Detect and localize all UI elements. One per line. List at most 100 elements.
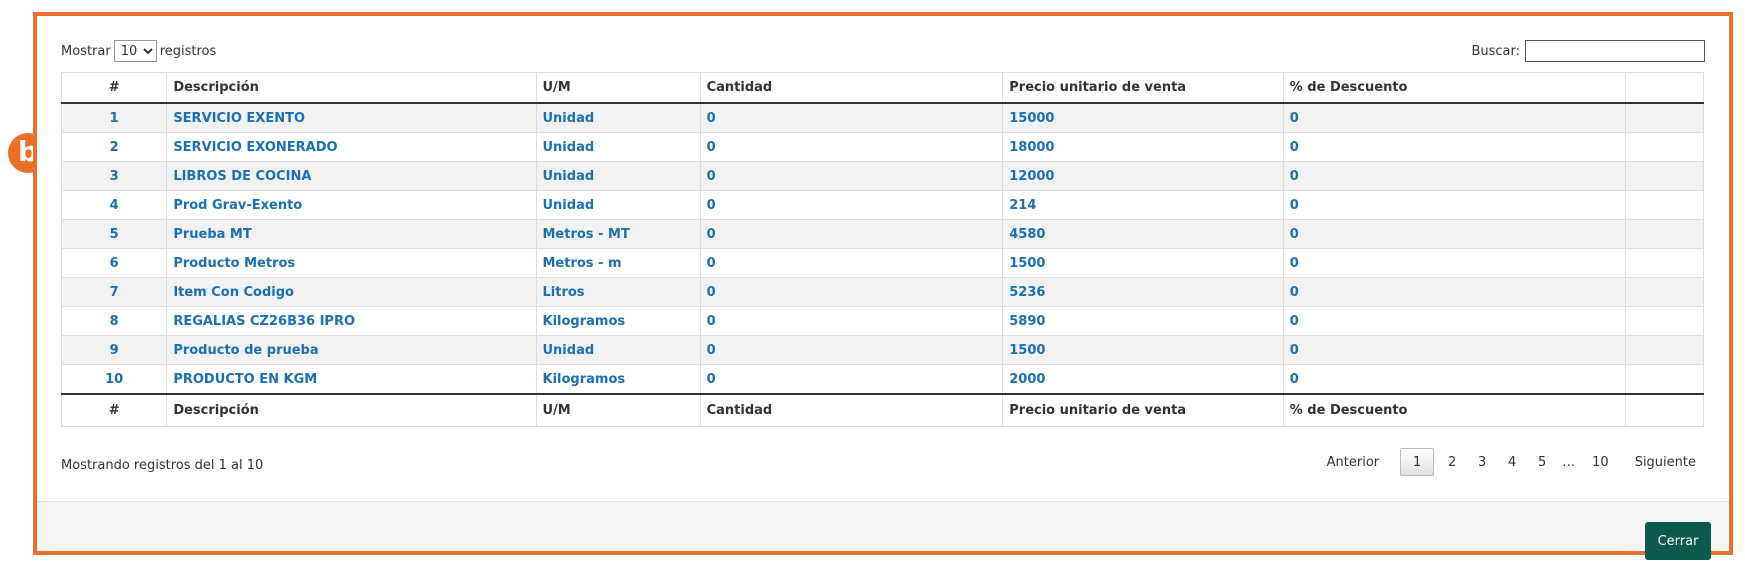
table-cell[interactable]: 7 (60, 277, 168, 307)
table-cell[interactable]: 0 (699, 248, 1004, 278)
table-row[interactable]: 5 Prueba MT Metros - MT 0 4580 0 (60, 219, 1704, 249)
table-row[interactable]: 2 SERVICIO EXONERADO Unidad 0 18000 0 (60, 132, 1704, 162)
table-cell[interactable]: 4 (60, 190, 168, 220)
table-cell[interactable]: Metros - MT (535, 219, 701, 249)
table-cell[interactable]: Unidad (535, 102, 701, 133)
search-input[interactable] (1525, 40, 1705, 62)
table-cell[interactable]: 0 (1282, 132, 1627, 162)
table-cell[interactable]: Litros (535, 277, 701, 307)
table-cell[interactable]: 0 (699, 190, 1004, 220)
table-cell[interactable]: PRODUCTO EN KGM (166, 364, 537, 395)
table-cell[interactable]: 1500 (1002, 335, 1284, 365)
table-cell[interactable]: 1 (60, 102, 168, 133)
column-header[interactable]: % de Descuento (1282, 72, 1627, 104)
table-cell[interactable]: 0 (699, 219, 1004, 249)
table-cell[interactable] (1625, 277, 1704, 307)
table-cell[interactable]: 0 (699, 364, 1004, 395)
table-cell[interactable]: 3 (60, 161, 168, 191)
page-button[interactable]: 5 (1530, 448, 1554, 476)
table-cell[interactable]: 0 (699, 335, 1004, 365)
column-header[interactable]: Cantidad (699, 72, 1004, 104)
table-cell[interactable]: Unidad (535, 335, 701, 365)
column-header[interactable] (1625, 72, 1704, 104)
table-cell[interactable]: Producto de prueba (166, 335, 537, 365)
table-cell[interactable]: Prod Grav-Exento (166, 190, 537, 220)
products-table: # Descripción U/M Cantidad Precio unitario d… (60, 72, 1704, 427)
table-cell[interactable]: Metros - m (535, 248, 701, 278)
table-cell[interactable]: 0 (699, 277, 1004, 307)
table-cell[interactable] (1625, 335, 1704, 365)
table-cell[interactable] (1625, 364, 1704, 395)
table-cell[interactable]: 0 (1282, 219, 1627, 249)
table-cell[interactable]: 5 (60, 219, 168, 249)
table-cell[interactable]: Kilogramos (535, 306, 701, 336)
table-cell[interactable]: Unidad (535, 132, 701, 162)
table-row[interactable]: 7 Item Con Codigo Litros 0 5236 0 (60, 277, 1704, 307)
table-cell[interactable]: 0 (1282, 190, 1627, 220)
table-cell[interactable] (1625, 102, 1704, 133)
table-cell[interactable]: SERVICIO EXENTO (166, 102, 537, 133)
table-cell[interactable]: 0 (699, 306, 1004, 336)
table-cell[interactable]: 0 (1282, 277, 1627, 307)
column-header[interactable]: Precio unitario de venta (1002, 72, 1284, 104)
previous-page-button[interactable]: Anterior (1320, 448, 1386, 476)
column-footer: Descripción (166, 393, 537, 427)
table-cell[interactable]: 0 (1282, 102, 1627, 133)
page-button[interactable]: 2 (1440, 448, 1464, 476)
table-row[interactable]: 8 REGALIAS CZ26B36 IPRO Kilogramos 0 5890 0 (60, 306, 1704, 336)
table-row[interactable]: 9 Producto de prueba Unidad 0 1500 0 (60, 335, 1704, 365)
table-cell[interactable]: 4580 (1002, 219, 1284, 249)
table-cell[interactable]: 0 (1282, 248, 1627, 278)
table-cell[interactable]: 9 (60, 335, 168, 365)
table-cell[interactable]: 0 (1282, 335, 1627, 365)
table-cell[interactable]: Item Con Codigo (166, 277, 537, 307)
table-cell[interactable]: 0 (699, 161, 1004, 191)
table-cell[interactable]: 0 (699, 132, 1004, 162)
table-cell[interactable]: 1500 (1002, 248, 1284, 278)
column-header[interactable]: U/M (535, 72, 701, 104)
page-button[interactable]: 1 (1400, 448, 1435, 476)
next-page-button[interactable]: Siguiente (1628, 448, 1703, 476)
table-row[interactable]: 10 PRODUCTO EN KGM Kilogramos 0 2000 0 (60, 364, 1704, 395)
table-cell[interactable] (1625, 306, 1704, 336)
table-cell[interactable]: 0 (1282, 364, 1627, 395)
page-button[interactable]: 4 (1500, 448, 1524, 476)
table-cell[interactable]: 10 (60, 364, 168, 395)
table-cell[interactable] (1625, 219, 1704, 249)
table-row[interactable]: 1 SERVICIO EXENTO Unidad 0 15000 0 (60, 102, 1704, 133)
table-cell[interactable]: Producto Metros (166, 248, 537, 278)
table-cell[interactable]: 18000 (1002, 132, 1284, 162)
table-cell[interactable]: 6 (60, 248, 168, 278)
table-cell[interactable]: 5236 (1002, 277, 1284, 307)
table-cell[interactable]: 8 (60, 306, 168, 336)
table-cell[interactable]: LIBROS DE COCINA (166, 161, 537, 191)
table-cell[interactable]: 15000 (1002, 102, 1284, 133)
table-cell[interactable] (1625, 248, 1704, 278)
table-cell[interactable]: 2 (60, 132, 168, 162)
table-cell[interactable] (1625, 132, 1704, 162)
page-length-select[interactable]: 10 (113, 40, 157, 62)
table-cell[interactable]: 214 (1002, 190, 1284, 220)
table-row[interactable]: 6 Producto Metros Metros - m 0 1500 0 (60, 248, 1704, 278)
table-cell[interactable]: Kilogramos (535, 364, 701, 395)
table-row[interactable]: 3 LIBROS DE COCINA Unidad 0 12000 0 (60, 161, 1704, 191)
table-cell[interactable]: Unidad (535, 190, 701, 220)
column-header[interactable]: Descripción (166, 72, 537, 104)
page-button[interactable]: 3 (1470, 448, 1494, 476)
table-cell[interactable] (1625, 161, 1704, 191)
table-cell[interactable] (1625, 190, 1704, 220)
table-cell[interactable]: 2000 (1002, 364, 1284, 395)
table-cell[interactable]: 12000 (1002, 161, 1284, 191)
table-row[interactable]: 4 Prod Grav-Exento Unidad 0 214 0 (60, 190, 1704, 220)
table-cell[interactable]: 0 (1282, 161, 1627, 191)
close-button[interactable]: Cerrar (1645, 522, 1711, 560)
page-button-last[interactable]: 10 (1585, 448, 1616, 476)
column-header[interactable]: # (60, 72, 168, 104)
table-cell[interactable]: 0 (1282, 306, 1627, 336)
table-cell[interactable]: REGALIAS CZ26B36 IPRO (166, 306, 537, 336)
table-cell[interactable]: Unidad (535, 161, 701, 191)
table-cell[interactable]: Prueba MT (166, 219, 537, 249)
table-cell[interactable]: 5890 (1002, 306, 1284, 336)
table-cell[interactable]: SERVICIO EXONERADO (166, 132, 537, 162)
table-cell[interactable]: 0 (699, 102, 1004, 133)
